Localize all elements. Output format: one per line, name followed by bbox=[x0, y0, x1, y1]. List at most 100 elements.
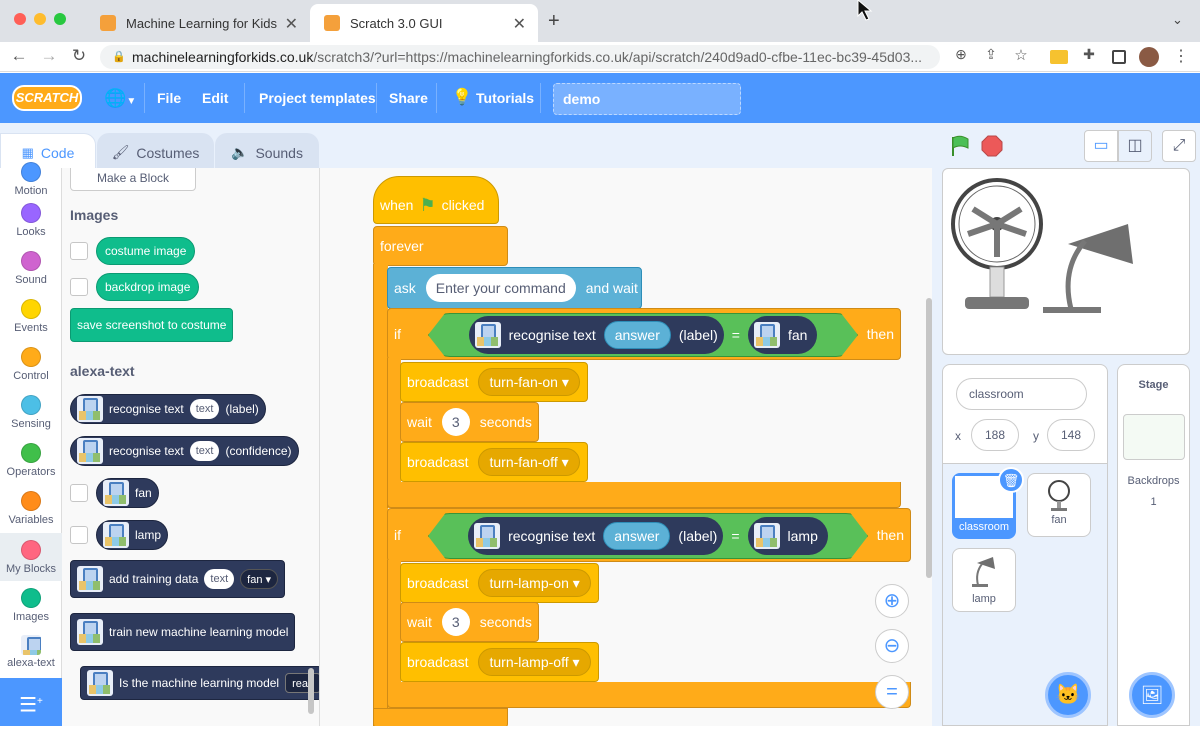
category-variables[interactable]: Variables bbox=[0, 491, 62, 526]
language-globe-icon[interactable]: 🌐▼ bbox=[104, 73, 136, 123]
forward-arrow-icon[interactable]: → bbox=[38, 46, 60, 66]
if-fan-block[interactable]: if recognise text answer (label) = fan t… bbox=[387, 308, 901, 360]
forever-block[interactable]: forever bbox=[373, 226, 508, 266]
address-bar[interactable]: 🔒 machinelearningforkids.co.uk/scratch3/… bbox=[100, 45, 940, 69]
category-sensing[interactable]: Sensing bbox=[0, 395, 62, 430]
y-position-input[interactable]: 148 bbox=[1047, 419, 1095, 451]
category-looks[interactable]: Looks bbox=[0, 203, 62, 238]
category-control[interactable]: Control bbox=[0, 347, 62, 382]
train-model-block[interactable]: train new machine learning model bbox=[70, 613, 296, 651]
zoom-in-button[interactable]: ⊕ bbox=[875, 584, 909, 618]
recognise-text-reporter[interactable]: recognise text answer (label) bbox=[468, 316, 724, 354]
new-tab-icon[interactable]: + bbox=[548, 10, 560, 33]
seconds-input[interactable]: 3 bbox=[441, 608, 470, 636]
delete-sprite-icon[interactable]: 🗑 bbox=[998, 467, 1024, 493]
sprite-name-input[interactable]: classroom bbox=[956, 378, 1087, 410]
file-menu[interactable]: File bbox=[157, 73, 181, 123]
edit-menu[interactable]: Edit bbox=[202, 73, 228, 123]
recognise-text-label-block[interactable]: recognise text text (label) bbox=[70, 394, 266, 424]
checkbox[interactable] bbox=[70, 242, 88, 260]
sprite-thumb-lamp[interactable]: lamp bbox=[952, 548, 1016, 612]
maximize-window-button[interactable] bbox=[54, 13, 66, 25]
small-stage-button[interactable]: ▭ bbox=[1084, 130, 1118, 162]
share-icon[interactable]: ⇪ bbox=[980, 46, 1002, 63]
answer-reporter[interactable]: answer bbox=[603, 522, 671, 550]
category-images[interactable]: Images bbox=[0, 588, 62, 623]
costume-image-block[interactable]: costume image bbox=[96, 237, 196, 265]
extension-icon[interactable] bbox=[1050, 50, 1068, 64]
add-backdrop-button[interactable]: 🖼 bbox=[1129, 672, 1175, 718]
add-training-data-block[interactable]: add training data text fan ▾ bbox=[70, 560, 286, 598]
share-button[interactable]: Share bbox=[389, 73, 428, 123]
text-input[interactable]: text bbox=[189, 399, 220, 419]
back-arrow-icon[interactable]: ← bbox=[8, 46, 30, 66]
category-my-blocks[interactable]: My Blocks bbox=[0, 533, 62, 581]
recognise-text-reporter[interactable]: recognise text answer (label) bbox=[468, 517, 724, 555]
fan-label-reporter[interactable]: fan bbox=[747, 316, 818, 354]
tab-costumes[interactable]: 🖌 Costumes bbox=[97, 133, 214, 171]
wait-block[interactable]: wait 3 seconds bbox=[400, 602, 539, 642]
large-stage-button[interactable]: ◫ bbox=[1118, 130, 1152, 162]
close-tab-icon[interactable]: ✕ bbox=[285, 14, 298, 34]
close-window-button[interactable] bbox=[14, 13, 26, 25]
broadcast-block[interactable]: broadcast turn-fan-off ▾ bbox=[400, 442, 588, 482]
zoom-icon[interactable]: ⊕ bbox=[950, 46, 972, 63]
recognise-text-confidence-block[interactable]: recognise text text (confidence) bbox=[70, 436, 299, 466]
answer-reporter[interactable]: answer bbox=[603, 321, 671, 349]
palette-scrollbar[interactable] bbox=[308, 668, 314, 714]
checkbox[interactable] bbox=[70, 278, 88, 296]
label-dropdown[interactable]: fan ▾ bbox=[240, 569, 279, 589]
backdrop-image-block[interactable]: backdrop image bbox=[96, 273, 200, 301]
fullscreen-button[interactable]: ⤢ bbox=[1162, 130, 1196, 162]
seconds-input[interactable]: 3 bbox=[441, 408, 470, 436]
category-motion[interactable]: Motion bbox=[0, 162, 62, 197]
side-panel-icon[interactable] bbox=[1112, 50, 1126, 64]
ask-question-input[interactable]: Enter your command bbox=[425, 274, 576, 302]
when-flag-clicked-block[interactable]: when ⚑ clicked bbox=[373, 176, 499, 224]
ask-and-wait-block[interactable]: ask Enter your command and wait bbox=[387, 267, 642, 309]
model-state-dropdown[interactable]: read bbox=[285, 673, 319, 693]
save-screenshot-block[interactable]: save screenshot to costume bbox=[70, 308, 234, 342]
is-model-ready-block[interactable]: Is the machine learning model read bbox=[80, 666, 319, 700]
make-a-block-button[interactable]: Make a Block bbox=[70, 168, 196, 191]
reload-icon[interactable]: ↻ bbox=[68, 46, 90, 66]
fan-label-block[interactable]: fan bbox=[96, 478, 159, 508]
x-position-input[interactable]: 188 bbox=[971, 419, 1019, 451]
category-sound[interactable]: Sound bbox=[0, 251, 62, 286]
tab-sounds[interactable]: 🔈 Sounds bbox=[215, 133, 319, 171]
category-events[interactable]: Events bbox=[0, 299, 62, 334]
message-dropdown[interactable]: turn-fan-off ▾ bbox=[478, 448, 580, 476]
equals-operator[interactable]: recognise text answer (label) = lamp bbox=[428, 513, 868, 559]
lamp-label-reporter[interactable]: lamp bbox=[747, 517, 828, 555]
sprite-thumb-fan[interactable]: fan bbox=[1027, 473, 1091, 537]
text-input[interactable]: text bbox=[189, 441, 220, 461]
browser-tab-scratch[interactable]: Scratch 3.0 GUI ✕ bbox=[310, 4, 538, 42]
add-extension-button[interactable]: ☰+ bbox=[0, 678, 62, 726]
tab-search-chevron-icon[interactable]: ⌄ bbox=[1172, 12, 1183, 28]
equals-operator[interactable]: recognise text answer (label) = fan bbox=[428, 313, 858, 357]
close-tab-icon[interactable]: ✕ bbox=[513, 14, 526, 34]
project-title-input[interactable]: demo bbox=[553, 83, 741, 115]
minimize-window-button[interactable] bbox=[34, 13, 46, 25]
lamp-label-block[interactable]: lamp bbox=[96, 520, 169, 550]
zoom-out-button[interactable]: ⊖ bbox=[875, 629, 909, 663]
text-input[interactable]: text bbox=[204, 569, 235, 589]
broadcast-block[interactable]: broadcast turn-lamp-on ▾ bbox=[400, 563, 599, 603]
broadcast-block[interactable]: broadcast turn-lamp-off ▾ bbox=[400, 642, 599, 682]
backdrop-thumbnail[interactable] bbox=[1123, 414, 1185, 460]
checkbox[interactable] bbox=[70, 484, 88, 502]
if-lamp-block[interactable]: if recognise text answer (label) = lamp … bbox=[387, 508, 911, 562]
browser-tab-mlforkids[interactable]: Machine Learning for Kids ✕ bbox=[86, 4, 310, 42]
stop-icon[interactable] bbox=[981, 135, 1003, 157]
stage-selector[interactable]: Stage Backdrops 1 🖼 bbox=[1117, 364, 1190, 726]
add-sprite-button[interactable]: 🐱 bbox=[1045, 672, 1091, 718]
zoom-reset-button[interactable]: = bbox=[875, 675, 909, 709]
stage-canvas[interactable] bbox=[942, 168, 1190, 355]
profile-avatar[interactable] bbox=[1139, 47, 1159, 67]
broadcast-block[interactable]: broadcast turn-fan-on ▾ bbox=[400, 362, 588, 402]
checkbox[interactable] bbox=[70, 526, 88, 544]
green-flag-icon[interactable] bbox=[948, 134, 972, 158]
message-dropdown[interactable]: turn-lamp-on ▾ bbox=[478, 569, 591, 597]
tutorials-button[interactable]: Tutorials bbox=[476, 73, 534, 123]
bookmark-star-icon[interactable]: ☆ bbox=[1010, 46, 1032, 64]
